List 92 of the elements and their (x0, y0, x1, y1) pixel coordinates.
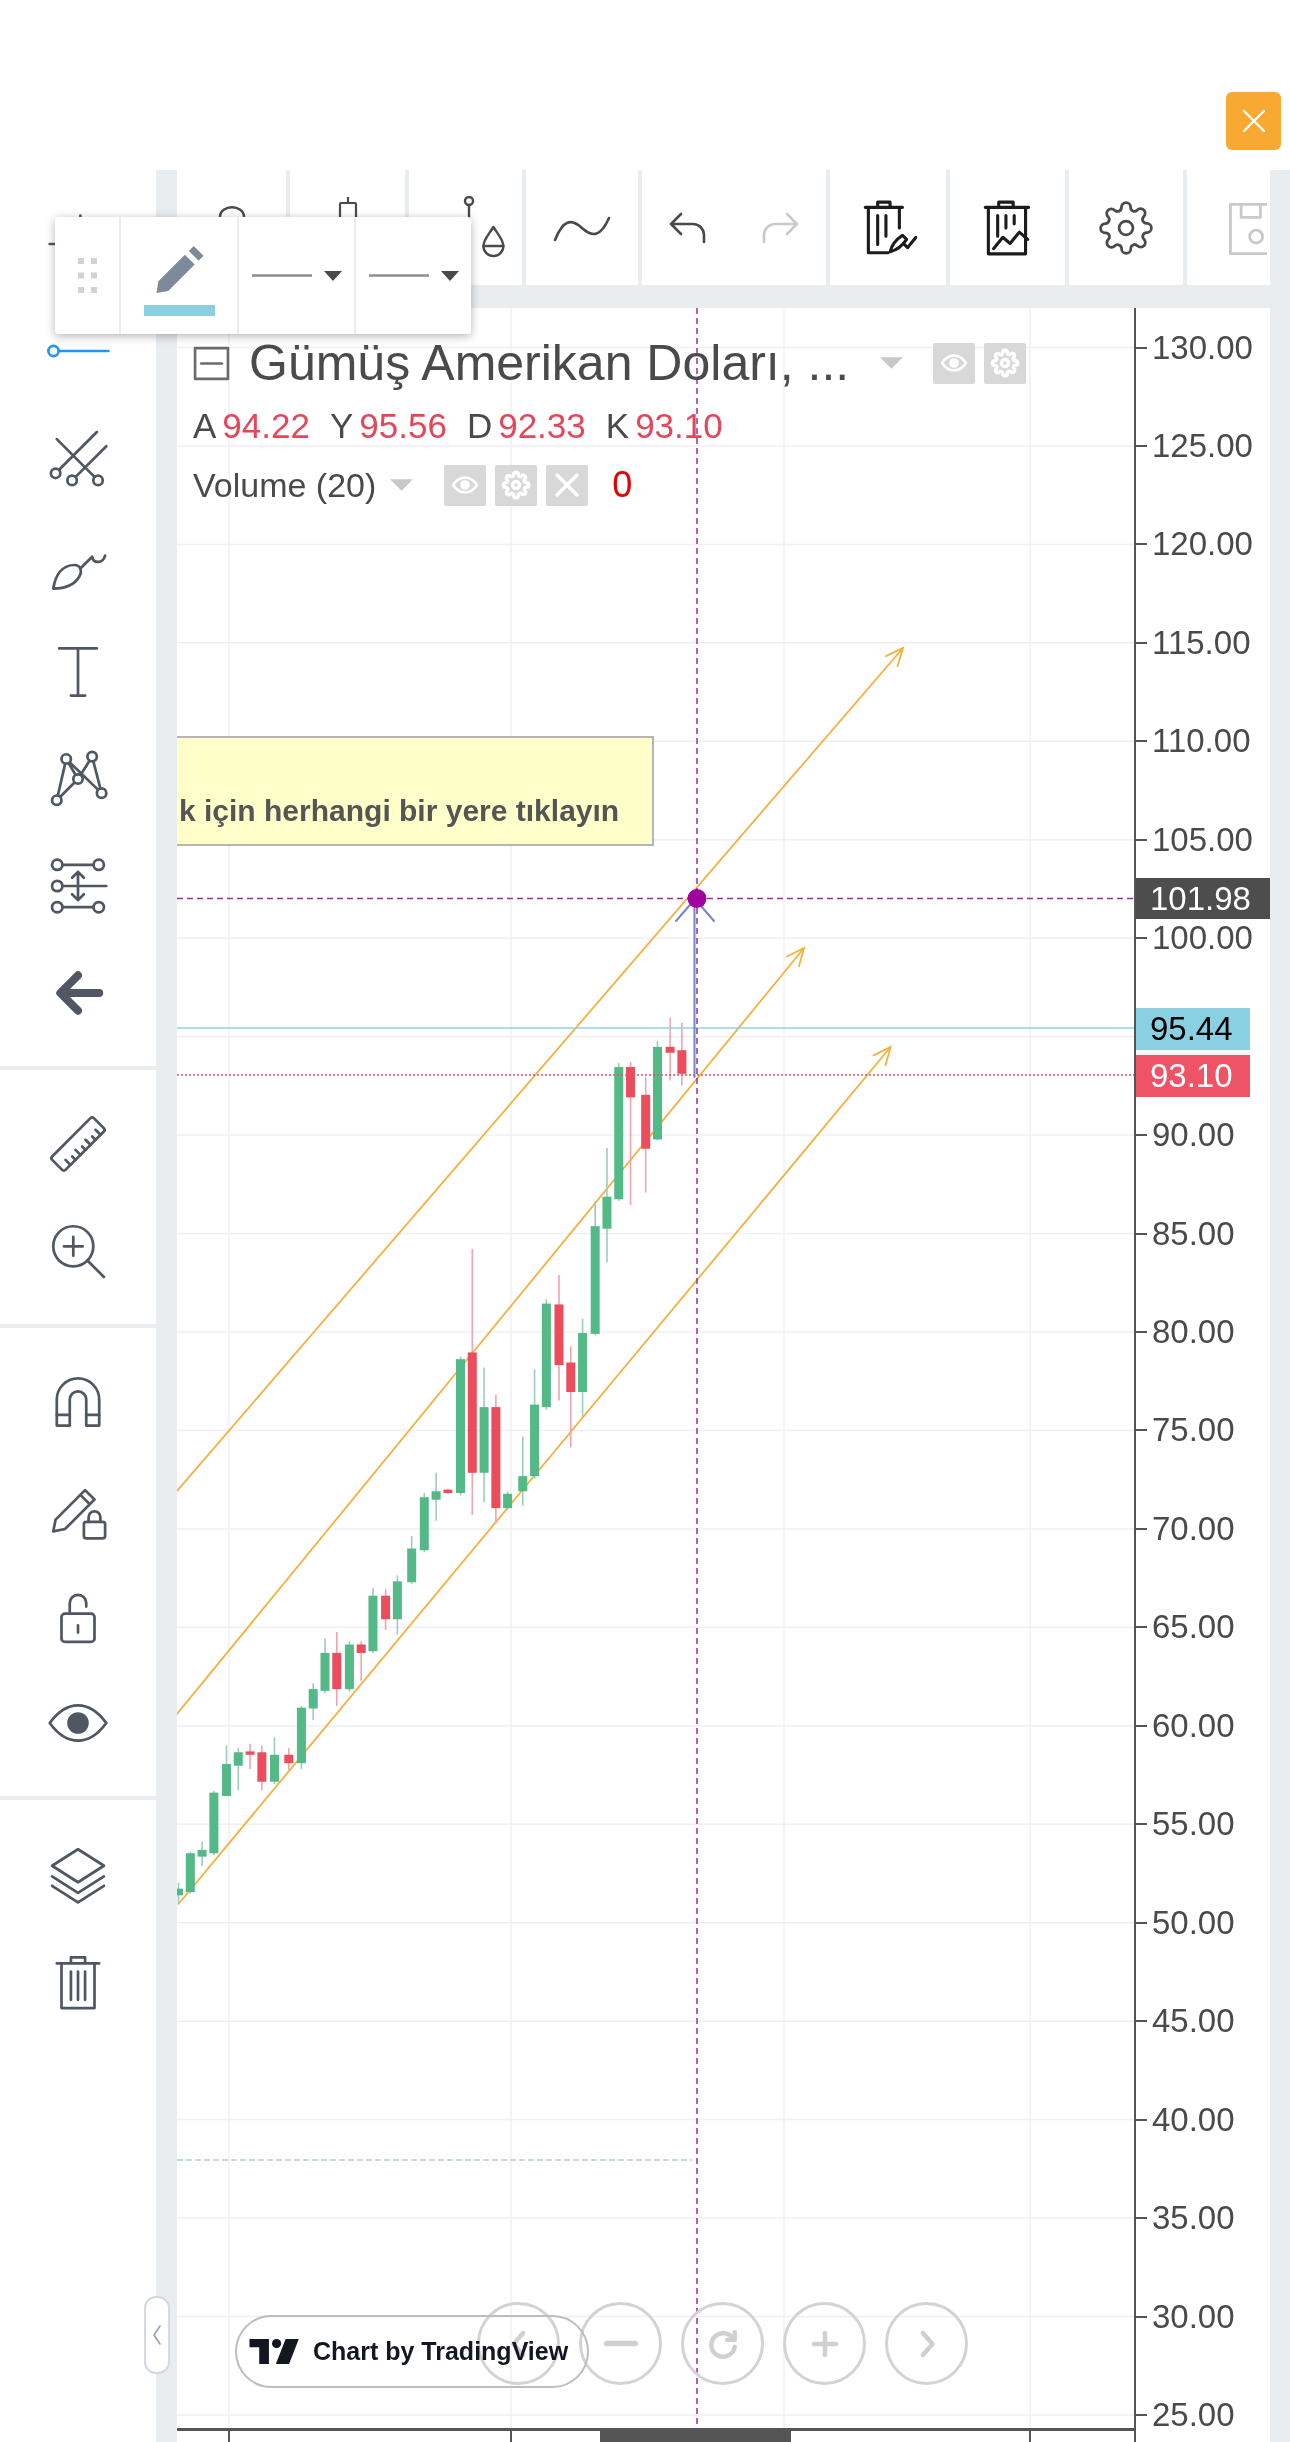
last-price-label: 93.10 (1136, 1054, 1250, 1097)
close-icon (554, 472, 581, 498)
zoom-in-button[interactable] (783, 2302, 866, 2385)
price-label: 25.00 (1152, 2397, 1235, 2432)
candlestick (344, 1640, 354, 1693)
candlestick (518, 1435, 528, 1507)
crosshair-price-label: 101.98 (1136, 878, 1270, 919)
candlestick (209, 1790, 219, 1856)
indicator-value: 0 (612, 464, 633, 506)
price-label: 75.00 (1152, 1413, 1235, 1448)
close-button[interactable] (1226, 92, 1281, 150)
price-line-label: 95.44 (1136, 1007, 1250, 1050)
line-chart-button[interactable] (526, 170, 638, 285)
ohlc-label: D (466, 406, 493, 446)
price-label: 55.00 (1152, 1807, 1235, 1842)
reset-button[interactable] (681, 2302, 764, 2385)
color-swatch-icon (143, 305, 215, 316)
caret-icon (390, 479, 414, 491)
price-label: 100.00 (1152, 921, 1253, 956)
eye-icon (940, 353, 969, 373)
eye-icon (451, 475, 480, 495)
collapse-tab[interactable] (144, 2296, 170, 2374)
candlestick (257, 1744, 267, 1791)
candlestick (503, 1490, 513, 1511)
ohlc-value: 95.56 (359, 406, 447, 446)
hint-tooltip: k için herhangi bir yere tıklayın (177, 736, 654, 846)
line-icon (368, 274, 429, 277)
caret-icon (323, 270, 342, 281)
collapse-icon (193, 345, 230, 381)
price-label: 30.00 (1152, 2299, 1235, 2334)
candlestick (443, 1488, 453, 1495)
price-label: 105.00 (1152, 822, 1253, 857)
candlestick (284, 1747, 294, 1772)
ohlc-label: K (605, 406, 630, 446)
price-label: 35.00 (1152, 2201, 1235, 2236)
logo-icon (249, 2339, 300, 2364)
ohlc-value: 94.22 (222, 406, 310, 446)
candlestick (270, 1736, 279, 1786)
price-label: 40.00 (1152, 2102, 1235, 2137)
price-label: 125.00 (1152, 428, 1253, 463)
caret-icon (880, 357, 904, 369)
drag-handle-icon (77, 258, 97, 293)
candlestick (177, 1881, 183, 1905)
candlestick (233, 1747, 243, 1791)
minus-icon (603, 2340, 638, 2347)
remove-drawings-button[interactable] (830, 170, 946, 285)
settings-button[interactable] (1069, 170, 1183, 285)
candlestick (368, 1587, 378, 1654)
price-label: 45.00 (1152, 2004, 1235, 2039)
zoom-out-button[interactable] (579, 2302, 662, 2385)
candlestick (222, 1744, 231, 1797)
price-label: 120.00 (1152, 527, 1253, 562)
price-label: 115.00 (1152, 625, 1251, 660)
line-icon (251, 274, 312, 277)
settings-icon (990, 348, 1021, 378)
candlestick (356, 1640, 366, 1682)
attribution-link[interactable]: Chart by TradingView (235, 2315, 589, 2388)
candlestick (419, 1492, 429, 1553)
candlestick (308, 1682, 318, 1722)
candlestick (431, 1472, 441, 1522)
candlestick (665, 1016, 675, 1082)
price-label: 65.00 (1152, 1610, 1235, 1645)
remove-button[interactable] (546, 464, 589, 506)
point-marker-icon (687, 889, 707, 908)
close-icon (1240, 108, 1267, 134)
price-label: 85.00 (1152, 1216, 1235, 1251)
indicator-name: Volume (20) (193, 465, 377, 506)
price-label: 90.00 (1152, 1118, 1235, 1153)
price-label: 110.00 (1152, 724, 1251, 759)
candlestick (320, 1637, 330, 1695)
ohlc-label: A (193, 406, 217, 446)
remove-all-button[interactable] (950, 170, 1065, 285)
settings-icon (501, 470, 532, 500)
candlestick (407, 1535, 417, 1585)
candlestick (197, 1840, 207, 1867)
price-label: 80.00 (1152, 1315, 1235, 1349)
ohlc-value: 92.33 (498, 406, 586, 446)
price-label: 130.00 (1152, 330, 1253, 365)
price-label: 50.00 (1152, 1905, 1235, 1940)
chevron-left-icon (152, 2324, 162, 2346)
candlestick (185, 1850, 195, 1895)
candlestick (245, 1743, 255, 1770)
ohlc-value: 93.10 (635, 406, 723, 446)
price-label: 70.00 (1152, 1511, 1235, 1546)
ohlc-label: Y (329, 406, 354, 446)
candlestick (677, 1021, 687, 1087)
chart-area[interactable]: Gümüş Amerikan Doları, ... A 94.22 Y 95.56 D 92.33 K 93.10 Volume (20) 0 k için herhangi bir yere tıklayın Chart by TradingView (177, 308, 1134, 2442)
price-label: 60.00 (1152, 1708, 1235, 1743)
scroll-right-button[interactable] (885, 2302, 968, 2385)
legend-title: Gümüş Amerikan Doları, ... (249, 338, 850, 388)
caret-icon (440, 270, 459, 281)
candlestick (296, 1705, 306, 1770)
